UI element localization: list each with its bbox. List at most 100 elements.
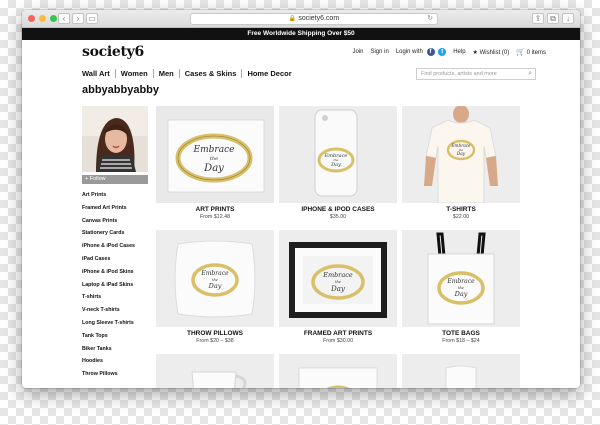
wishlist-link[interactable]: ★ Wishlist (0)	[473, 49, 510, 56]
nav-item-wall-art[interactable]: Wall Art	[82, 69, 115, 78]
back-button[interactable]: ‹	[58, 13, 70, 24]
category-link[interactable]: iPad Cases	[82, 253, 148, 266]
profile-username: abbyabbyabby	[82, 84, 160, 96]
category-link[interactable]: T-shirts	[82, 291, 148, 304]
artwork-text-line-1: Embrace	[193, 145, 235, 155]
browser-toolbar: ‹ › ▭ 🔒 society6.com ↻ ⇪ ⧉ ↓	[22, 10, 580, 28]
twitter-icon[interactable]: t	[438, 48, 447, 56]
product-card-framed-art-prints[interactable]: Embrace the Day FRAMED ART PRINTS From $…	[279, 230, 397, 347]
product-card-t-shirts[interactable]: Embrace the Day T-SHIRTS $22.00	[402, 106, 520, 223]
product-image: Embrace the Day	[279, 230, 397, 327]
product-card-tote-bags[interactable]: Embrace the Day TOTE BAGS From $18 – $24	[402, 230, 520, 347]
nav-item-home-decor[interactable]: Home Decor	[241, 69, 296, 78]
address-bar-url: society6.com	[298, 15, 340, 22]
cart-link[interactable]: 🛒 0 items	[516, 48, 546, 56]
main-nav: Wall Art Women Men Cases & Skins Home De…	[82, 69, 297, 78]
artwork-text-line-3: Day	[203, 163, 224, 174]
product-title: T-SHIRTS	[446, 206, 476, 213]
category-link[interactable]: Hoodies	[82, 355, 148, 368]
lock-icon: 🔒	[288, 16, 297, 22]
artwork-text-line-1: Embrace	[322, 271, 353, 279]
follow-button[interactable]: + Follow	[82, 175, 148, 184]
minimize-window-button[interactable]	[39, 15, 46, 22]
search-icon[interactable]: ⌕	[528, 69, 532, 79]
site-logo[interactable]: society6	[82, 44, 144, 60]
category-link[interactable]: Long Sleeve T-shirts	[82, 317, 148, 330]
account-links: Join Sign in Login with f t Help ★ Wishl…	[352, 48, 546, 56]
product-card-phone-cases[interactable]: Embrace the Day IPHONE & IPOD CASES $35.…	[279, 106, 397, 223]
product-image: Embrace the Day	[156, 106, 274, 203]
product-image	[279, 354, 397, 388]
product-card[interactable]	[402, 354, 520, 388]
login-with-label: Login with	[395, 49, 423, 55]
product-image: Embrace the Day	[402, 230, 520, 327]
nav-item-women[interactable]: Women	[114, 69, 153, 78]
artwork-text-line-2: the	[335, 280, 341, 284]
share-icon[interactable]: ⇪	[532, 13, 544, 24]
category-link[interactable]: Laptop & iPad Skins	[82, 279, 148, 292]
star-icon: ★	[472, 49, 478, 56]
cart-icon: 🛒	[516, 49, 525, 56]
nav-item-cases-skins[interactable]: Cases & Skins	[178, 69, 242, 78]
product-card-art-prints[interactable]: Embrace the Day ART PRINTS From $12.48	[156, 106, 274, 223]
category-list: Art Prints Framed Art Prints Canvas Prin…	[82, 189, 148, 381]
browser-window: ‹ › ▭ 🔒 society6.com ↻ ⇪ ⧉ ↓ Free Worldwi…	[22, 10, 580, 388]
site-header: society6 Join Sign in Login with f t Hel…	[22, 40, 580, 66]
help-link[interactable]: Help	[453, 49, 465, 55]
product-price: From $20 – $38	[196, 338, 234, 344]
category-link[interactable]: Framed Art Prints	[82, 202, 148, 215]
product-title: FRAMED ART PRINTS	[303, 330, 373, 337]
product-title: ART PRINTS	[195, 206, 235, 213]
address-bar[interactable]: 🔒 society6.com ↻	[190, 13, 438, 25]
nav-item-men[interactable]: Men	[152, 69, 179, 78]
login-with: Login with f t	[395, 48, 447, 56]
product-image	[402, 354, 520, 388]
profile-sidebar: + Follow Art Prints Framed Art Prints Ca…	[82, 106, 148, 381]
category-link[interactable]: iPhone & iPod Cases	[82, 240, 148, 253]
product-image	[156, 354, 274, 388]
product-title: THROW PILLOWS	[187, 330, 243, 337]
category-link[interactable]: Biker Tanks	[82, 343, 148, 356]
product-title: TOTE BAGS	[442, 330, 480, 337]
cart-label: 0 items	[526, 50, 546, 56]
close-window-button[interactable]	[28, 15, 35, 22]
artwork-text-line-3: Day	[330, 162, 341, 168]
tabs-icon[interactable]: ⧉	[547, 13, 559, 24]
sidebar-toggle-icon[interactable]: ▭	[86, 13, 98, 24]
sign-in-link[interactable]: Sign in	[370, 49, 388, 55]
product-price: $35.00	[329, 214, 347, 220]
search-input[interactable]: Find products, artists and more ⌕	[416, 68, 536, 80]
product-image: Embrace the Day	[402, 106, 520, 203]
category-link[interactable]: Throw Pillows	[82, 368, 148, 381]
product-card[interactable]	[279, 354, 397, 388]
category-link[interactable]: Art Prints	[82, 189, 148, 202]
artwork-text-line-1: Embrace	[200, 270, 229, 277]
forward-button[interactable]: ›	[72, 13, 84, 24]
avatar[interactable]	[82, 106, 148, 172]
wishlist-label: Wishlist (0)	[479, 49, 510, 56]
artwork-text-line-3: Day	[208, 282, 222, 290]
product-image: Embrace the Day	[156, 230, 274, 327]
category-link[interactable]: V-neck T-shirts	[82, 304, 148, 317]
product-price: $22.00	[452, 214, 470, 220]
category-link[interactable]: Tank Tops	[82, 330, 148, 343]
product-grid: Embrace the Day ART PRINTS From $12.48 E…	[156, 106, 520, 388]
artwork-text-line-1: Embrace	[446, 278, 475, 285]
category-link[interactable]: Canvas Prints	[82, 215, 148, 228]
category-link[interactable]: Stationery Cards	[82, 227, 148, 240]
promo-banner[interactable]: Free Worldwide Shipping Over $50	[22, 28, 580, 40]
artwork-text-line-3: Day	[330, 285, 346, 293]
product-title: IPHONE & IPOD CASES	[301, 206, 375, 213]
reload-icon[interactable]: ↻	[427, 14, 433, 24]
downloads-icon[interactable]: ↓	[562, 13, 574, 24]
product-card-throw-pillows[interactable]: Embrace the Day THROW PILLOWS From $20 –…	[156, 230, 274, 347]
product-price: From $18 – $24	[442, 338, 480, 344]
facebook-icon[interactable]: f	[426, 48, 435, 56]
artwork-text-line-1: Embrace	[450, 143, 471, 148]
product-price: From $30.00	[322, 338, 354, 344]
category-link[interactable]: iPhone & iPod Skins	[82, 266, 148, 279]
product-image: Embrace the Day	[279, 106, 397, 203]
product-card[interactable]	[156, 354, 274, 388]
join-link[interactable]: Join	[352, 49, 363, 55]
zoom-window-button[interactable]	[50, 15, 57, 22]
